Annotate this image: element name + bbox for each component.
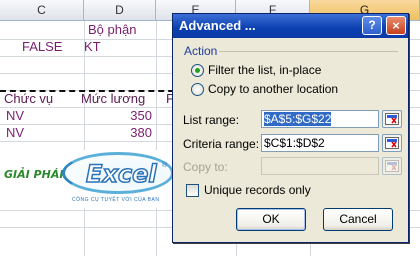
cell-a5[interactable]: NV (6, 107, 24, 125)
range-select-icon (385, 113, 399, 125)
column-header-d[interactable]: D (84, 0, 156, 21)
cell-header-muc-luong[interactable]: Mức lương (81, 90, 145, 108)
giai-phap-excel-logo: GIẢI PHÁP Excel ® CÔNG CỤ TUYỆT VỜI CỦA … (0, 150, 178, 208)
copy-to-collapse-button[interactable] (382, 157, 402, 175)
range-select-icon (385, 137, 399, 149)
list-range-collapse-button[interactable] (382, 110, 402, 128)
copy-to-location-label[interactable]: Copy to another location (208, 82, 338, 96)
logo-registered-mark: ® (162, 162, 168, 169)
range-select-icon (385, 160, 399, 172)
cancel-button[interactable]: Cancel (323, 208, 393, 231)
ok-button[interactable]: OK (236, 208, 306, 231)
cell-c2[interactable]: FALSE (22, 38, 62, 56)
list-range-value: $A$5:$G$22 (264, 112, 332, 126)
list-range-input[interactable]: $A$5:$G$22 (261, 110, 379, 128)
column-header-c[interactable]: C (0, 0, 84, 21)
cell-d2[interactable]: KT (84, 38, 101, 56)
group-divider (219, 51, 398, 52)
filter-in-place-label[interactable]: Filter the list, in-place (208, 63, 321, 77)
cell-header-chuc-vu[interactable]: Chức vụ (4, 90, 53, 108)
cell-b5[interactable]: 350 (110, 107, 152, 125)
advanced-filter-dialog: Advanced ... ? × Action Filter the list,… (172, 13, 409, 243)
action-group-label: Action (184, 44, 218, 58)
cell-d1[interactable]: Bộ phận (88, 21, 136, 39)
copy-to-input[interactable] (261, 157, 379, 175)
close-button[interactable]: × (386, 16, 406, 35)
copy-to-location-radio[interactable] (191, 83, 204, 96)
cell-a6[interactable]: NV (6, 124, 24, 142)
criteria-range-input[interactable]: $C$1:$D$2 (261, 134, 379, 152)
criteria-range-label: Criteria range: (183, 137, 260, 151)
logo-tagline: CÔNG CỤ TUYỆT VỜI CỦA BẠN (72, 197, 160, 203)
dialog-body: Action Filter the list, in-place Copy to… (173, 38, 408, 242)
unique-records-checkbox[interactable] (186, 184, 199, 197)
unique-records-label[interactable]: Unique records only (204, 183, 311, 197)
copy-to-label: Copy to: (183, 160, 228, 174)
criteria-range-collapse-button[interactable] (382, 134, 402, 152)
dialog-title: Advanced ... (179, 18, 256, 33)
filter-in-place-radio[interactable] (191, 64, 204, 77)
logo-left-text: GIẢI PHÁP (4, 168, 68, 181)
logo-word: Excel (85, 159, 157, 189)
list-range-label: List range: (183, 113, 240, 127)
help-button[interactable]: ? (362, 16, 382, 35)
cell-b6[interactable]: 380 (110, 124, 152, 142)
